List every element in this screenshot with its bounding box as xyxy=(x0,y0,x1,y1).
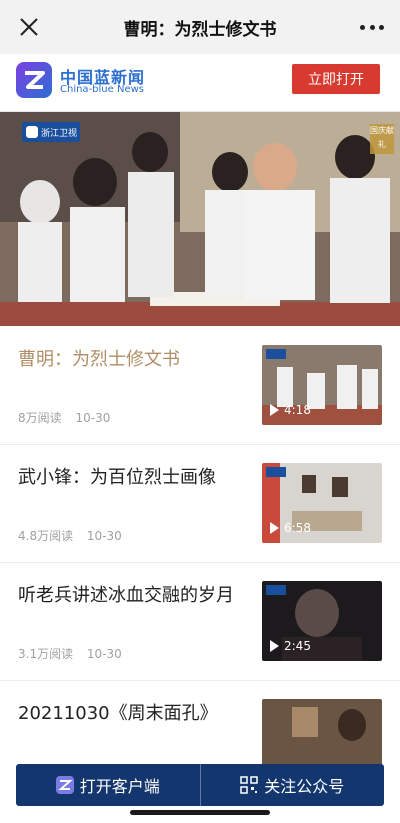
open-now-button[interactable]: 立即打开 xyxy=(292,64,380,94)
article-date: 10-30 xyxy=(86,647,122,661)
article-views: 3.1万阅读 xyxy=(18,647,74,661)
play-indicator: 2:45 xyxy=(270,639,311,653)
hero-video-image[interactable]: 浙江卫视 国庆献礼 xyxy=(0,112,400,326)
article-title: 20211030《周末面孔》 xyxy=(18,703,218,724)
video-thumbnail[interactable]: 2:45 xyxy=(262,581,382,661)
video-duration: 4:18 xyxy=(284,403,311,417)
brand-bar: 中国蓝新闻 China-blue News 立即打开 xyxy=(0,54,400,112)
video-duration: 6:58 xyxy=(284,521,311,535)
follow-account-button[interactable]: 关注公众号 xyxy=(201,764,385,806)
article-title: 武小锋：为百位烈士画像 xyxy=(18,467,216,488)
qr-code-icon xyxy=(240,776,258,794)
hero-watermark: 国庆献礼 xyxy=(370,124,394,154)
open-client-label: 打开客户端 xyxy=(79,777,160,796)
china-blue-logo-icon xyxy=(16,62,52,98)
article-title: 听老兵讲述冰血交融的岁月 xyxy=(18,585,234,606)
list-item[interactable]: 曹明：为烈士修文书 8万阅读 10-30 4:18 xyxy=(0,327,400,445)
more-options-icon[interactable] xyxy=(360,18,384,36)
article-date: 10-30 xyxy=(86,529,122,543)
article-date: 10-30 xyxy=(75,411,111,425)
page-title: 曹明：为烈士修文书 xyxy=(123,19,277,40)
video-thumbnail[interactable]: 4:18 xyxy=(262,345,382,425)
channel-logo-icon xyxy=(26,126,38,138)
bottom-action-bar: 打开客户端 关注公众号 xyxy=(16,764,384,806)
home-indicator xyxy=(130,810,270,815)
open-client-button[interactable]: 打开客户端 xyxy=(16,764,200,806)
channel-logo-icon xyxy=(266,467,286,477)
play-indicator: 4:18 xyxy=(270,403,311,417)
channel-badge-label: 浙江卫视 xyxy=(41,128,78,139)
play-icon xyxy=(270,522,279,534)
list-item[interactable]: 武小锋：为百位烈士画像 4.8万阅读 10-30 6:58 xyxy=(0,445,400,563)
follow-account-label: 关注公众号 xyxy=(264,777,345,796)
article-meta: 8万阅读 10-30 xyxy=(18,409,110,426)
article-title: 曹明：为烈士修文书 xyxy=(18,349,180,370)
article-meta: 4.8万阅读 10-30 xyxy=(18,527,122,544)
video-duration: 2:45 xyxy=(284,639,311,653)
play-indicator: 6:58 xyxy=(270,521,311,535)
channel-logo-icon xyxy=(266,349,286,359)
list-item[interactable]: 听老兵讲述冰血交融的岁月 3.1万阅读 10-30 2:45 xyxy=(0,563,400,681)
hero-scene xyxy=(0,112,400,326)
play-icon xyxy=(270,640,279,652)
play-icon xyxy=(270,404,279,416)
article-views: 8万阅读 xyxy=(18,411,62,425)
china-blue-logo-icon xyxy=(55,776,74,794)
brand-name-english: China-blue News xyxy=(60,84,144,95)
video-thumbnail[interactable]: 6:58 xyxy=(262,463,382,543)
article-meta: 3.1万阅读 10-30 xyxy=(18,645,122,662)
close-icon[interactable] xyxy=(18,16,40,38)
article-views: 4.8万阅读 xyxy=(18,529,74,543)
channel-logo-icon xyxy=(266,585,286,595)
top-navigation-bar: 曹明：为烈士修文书 xyxy=(0,0,400,54)
channel-badge: 浙江卫视 xyxy=(22,122,80,142)
